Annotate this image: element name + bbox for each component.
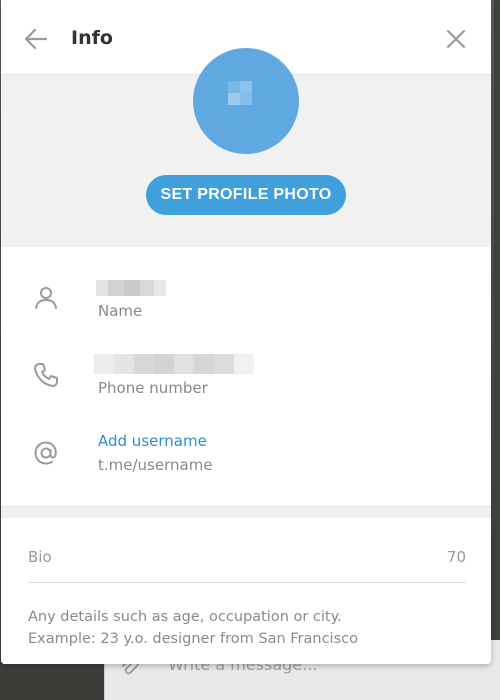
profile-cover: SET PROFILE PHOTO bbox=[1, 48, 491, 247]
avatar-placeholder-pixel bbox=[228, 93, 240, 105]
avatar-placeholder-pixel bbox=[228, 81, 240, 93]
phone-row[interactable]: Phone number bbox=[1, 352, 491, 422]
name-row[interactable]: Name bbox=[1, 275, 491, 345]
bio-char-counter: 70 bbox=[446, 548, 466, 566]
arrow-left-icon bbox=[24, 28, 48, 50]
name-label: Name bbox=[98, 302, 143, 320]
close-icon bbox=[446, 29, 466, 49]
username-label: t.me/username bbox=[98, 456, 213, 474]
username-row[interactable]: Add username t.me/username bbox=[1, 429, 491, 499]
phone-value-redacted bbox=[94, 354, 254, 374]
info-dialog: Info SET PROFILE PHOTO Name Phone number… bbox=[1, 0, 491, 664]
avatar-placeholder-pixel bbox=[240, 81, 252, 93]
person-icon bbox=[31, 283, 61, 313]
phone-label: Phone number bbox=[98, 379, 208, 397]
set-profile-photo-button[interactable]: SET PROFILE PHOTO bbox=[146, 175, 346, 215]
bio-help-text: Any details such as age, occupation or c… bbox=[28, 606, 468, 650]
phone-icon bbox=[31, 360, 61, 390]
background-scrollbar bbox=[494, 0, 500, 640]
avatar-placeholder-pixel bbox=[240, 93, 252, 105]
back-button[interactable] bbox=[22, 25, 50, 53]
bio-help-line: Any details such as age, occupation or c… bbox=[28, 609, 342, 625]
bio-section: Bio 70 Any details such as age, occupati… bbox=[1, 518, 491, 664]
bio-input[interactable]: Bio 70 bbox=[28, 540, 466, 583]
bio-placeholder: Bio bbox=[28, 548, 52, 566]
avatar[interactable] bbox=[193, 48, 299, 154]
info-section: Name Phone number Add username t.me/user… bbox=[1, 247, 491, 506]
dialog-title: Info bbox=[71, 27, 113, 49]
at-icon bbox=[31, 438, 61, 468]
name-value-redacted bbox=[96, 280, 166, 296]
add-username-link[interactable]: Add username bbox=[98, 432, 207, 450]
close-button[interactable] bbox=[442, 25, 470, 53]
bio-help-line: Example: 23 y.o. designer from San Franc… bbox=[28, 631, 358, 647]
